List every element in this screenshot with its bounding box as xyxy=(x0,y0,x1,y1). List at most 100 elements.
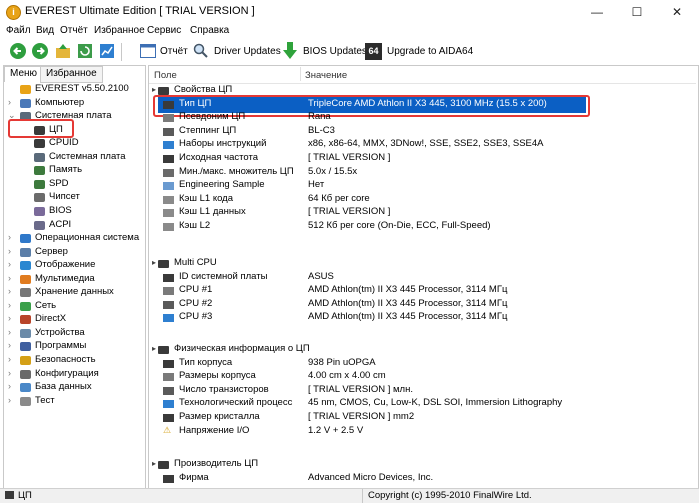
tree-item[interactable]: CPUID xyxy=(0,137,144,150)
section-header[interactable]: ▸ Производитель ЦП xyxy=(150,458,690,472)
aida64-badge-icon[interactable]: 64 xyxy=(365,43,382,60)
property-row[interactable]: CPU #2 AMD Athlon(tm) II X3 445 Processor… xyxy=(150,298,690,312)
bios-updates-button[interactable]: BIOS Updates xyxy=(303,46,367,57)
report-button[interactable]: Отчёт xyxy=(160,46,188,57)
property-row[interactable]: Исходная частота [ TRIAL VERSION ] xyxy=(150,152,690,166)
chevron-right-icon[interactable]: › xyxy=(8,368,11,378)
close-button[interactable]: ✕ xyxy=(657,0,697,24)
status-divider xyxy=(362,489,363,503)
tree-item[interactable]: SPD xyxy=(0,178,144,191)
property-row[interactable]: Размеры корпуса 4.00 cm x 4.00 cm xyxy=(150,370,690,384)
chevron-right-icon[interactable]: › xyxy=(8,381,11,391)
property-icon xyxy=(163,223,174,231)
collapse-icon[interactable]: ▸ xyxy=(152,258,156,267)
property-row[interactable]: Тип корпуса 938 Pin uOPGA xyxy=(150,357,690,371)
menu-favorites[interactable]: Избранное xyxy=(94,25,145,36)
property-row[interactable]: CPU #1 AMD Athlon(tm) II X3 445 Processor… xyxy=(150,284,690,298)
tree-item[interactable]: › Хранение данных xyxy=(0,286,144,299)
menu-file[interactable]: Файл xyxy=(6,25,31,36)
tree-item[interactable]: › Сервер xyxy=(0,246,144,259)
tree-item[interactable]: › Мультимедиа xyxy=(0,273,144,286)
back-arrow-icon[interactable] xyxy=(10,43,26,59)
tree-item[interactable]: BIOS xyxy=(0,205,144,218)
driver-updates-button[interactable]: Driver Updates xyxy=(214,46,281,57)
menu-view[interactable]: Вид xyxy=(36,25,54,36)
tree-item-label: Хранение данных xyxy=(35,286,114,298)
up-folder-icon[interactable] xyxy=(55,43,71,59)
property-row[interactable]: Размер кристалла [ TRIAL VERSION ] mm2 xyxy=(150,411,690,425)
chevron-right-icon[interactable]: › xyxy=(8,327,11,337)
tree-item[interactable]: › База данных xyxy=(0,381,144,394)
property-field: Фирма xyxy=(179,471,209,483)
chevron-right-icon[interactable]: › xyxy=(8,313,11,323)
collapse-icon[interactable]: ▸ xyxy=(152,85,156,94)
chevron-right-icon[interactable]: › xyxy=(8,232,11,242)
menu-service[interactable]: Сервис xyxy=(147,25,181,36)
tab-favorites[interactable]: Избранное xyxy=(40,66,103,83)
property-row[interactable]: Наборы инструкций x86, x86-64, MMX, 3DNow… xyxy=(150,138,690,152)
tree-item[interactable]: EVEREST v5.50.2100 xyxy=(0,83,144,96)
column-header-field[interactable]: Поле xyxy=(154,70,177,81)
tree-item[interactable]: › Устройства xyxy=(0,327,144,340)
section-header[interactable]: ▸ Multi CPU xyxy=(150,257,690,271)
property-row[interactable]: Технологический процесс 45 nm, CMOS, Cu, … xyxy=(150,397,690,411)
tree-item[interactable]: › DirectX xyxy=(0,313,144,326)
report-icon[interactable] xyxy=(140,44,156,58)
tree-item[interactable]: Системная плата xyxy=(0,151,144,164)
column-header-value[interactable]: Значение xyxy=(305,70,347,81)
chevron-right-icon[interactable]: › xyxy=(8,300,11,310)
network-icon xyxy=(20,301,31,311)
chevron-right-icon[interactable]: › xyxy=(8,354,11,364)
chevron-right-icon[interactable]: › xyxy=(8,97,11,107)
chevron-right-icon[interactable]: › xyxy=(8,395,11,405)
download-arrow-icon[interactable] xyxy=(283,42,297,60)
collapse-icon[interactable]: ▸ xyxy=(152,344,156,353)
chevron-right-icon[interactable]: › xyxy=(8,286,11,296)
property-row[interactable]: Кэш L2 512 Кб per core (On-Die, ECC, Full… xyxy=(150,220,690,234)
tree-item[interactable]: Память xyxy=(0,164,144,177)
tree-item[interactable]: ACPI xyxy=(0,219,144,232)
chevron-right-icon[interactable]: › xyxy=(8,340,11,350)
property-row[interactable]: Кэш L1 данных [ TRIAL VERSION ] xyxy=(150,206,690,220)
tab-menu[interactable]: Меню xyxy=(4,66,44,82)
property-row[interactable]: Кэш L1 кода 64 Кб per core xyxy=(150,193,690,207)
maximize-button[interactable]: ☐ xyxy=(617,0,657,24)
property-row[interactable]: Число транзисторов [ TRIAL VERSION ] млн. xyxy=(150,384,690,398)
menu-help[interactable]: Справка xyxy=(190,25,229,36)
tree-item[interactable]: › Конфигурация xyxy=(0,368,144,381)
property-row[interactable]: Фирма Advanced Micro Devices, Inc. xyxy=(150,472,690,486)
upgrade-button[interactable]: Upgrade to AIDA64 xyxy=(387,46,473,57)
section-header[interactable]: ▸ Свойства ЦП xyxy=(150,84,690,98)
property-row[interactable]: Псевдоним ЦП Rana xyxy=(150,111,690,125)
tree-item[interactable]: › Сеть xyxy=(0,300,144,313)
collapse-icon[interactable]: ▸ xyxy=(152,459,156,468)
chart-icon[interactable] xyxy=(99,43,115,59)
tree-item[interactable]: Чипсет xyxy=(0,191,144,204)
tree-item[interactable]: › Компьютер xyxy=(0,97,144,110)
property-value: Нет xyxy=(308,179,325,191)
section-header[interactable]: ▸ Физическая информация о ЦП xyxy=(150,343,690,357)
forward-arrow-icon[interactable] xyxy=(32,43,48,59)
property-row[interactable]: CPU #3 AMD Athlon(tm) II X3 445 Processor… xyxy=(150,311,690,325)
property-row[interactable]: ⚠ Напряжение I/O 1.2 V + 2.5 V xyxy=(150,425,690,439)
tree-item[interactable]: › Отображение xyxy=(0,259,144,272)
refresh-icon[interactable] xyxy=(77,43,93,59)
property-row[interactable]: Степпинг ЦП BL-C3 xyxy=(150,125,690,139)
status-bar: ЦП Copyright (c) 1995-2010 FinalWire Ltd… xyxy=(0,488,699,503)
chevron-right-icon[interactable]: › xyxy=(8,246,11,256)
chevron-right-icon[interactable]: › xyxy=(8,259,11,269)
tree-item[interactable]: › Программы xyxy=(0,340,144,353)
tree-item[interactable]: › Тест xyxy=(0,395,144,408)
tree-item[interactable]: › Операционная система xyxy=(0,232,144,245)
minimize-button[interactable]: — xyxy=(577,0,617,24)
property-value: 1.2 V + 2.5 V xyxy=(308,424,364,436)
tree-item[interactable]: › Безопасность xyxy=(0,354,144,367)
property-row[interactable]: Engineering Sample Нет xyxy=(150,179,690,193)
toolbar: Отчёт Driver Updates BIOS Updates 64 Upg… xyxy=(0,40,699,64)
chevron-right-icon[interactable]: › xyxy=(8,273,11,283)
property-row[interactable]: ID системной платы ASUS xyxy=(150,271,690,285)
cpu-type-row[interactable]: Тип ЦП TripleCore AMD Athlon II X3 445, 3… xyxy=(150,98,690,112)
menu-report[interactable]: Отчёт xyxy=(60,25,88,36)
magnifier-icon[interactable] xyxy=(193,43,209,59)
property-row[interactable]: Мин./макс. множитель ЦП 5.0x / 15.5x xyxy=(150,166,690,180)
